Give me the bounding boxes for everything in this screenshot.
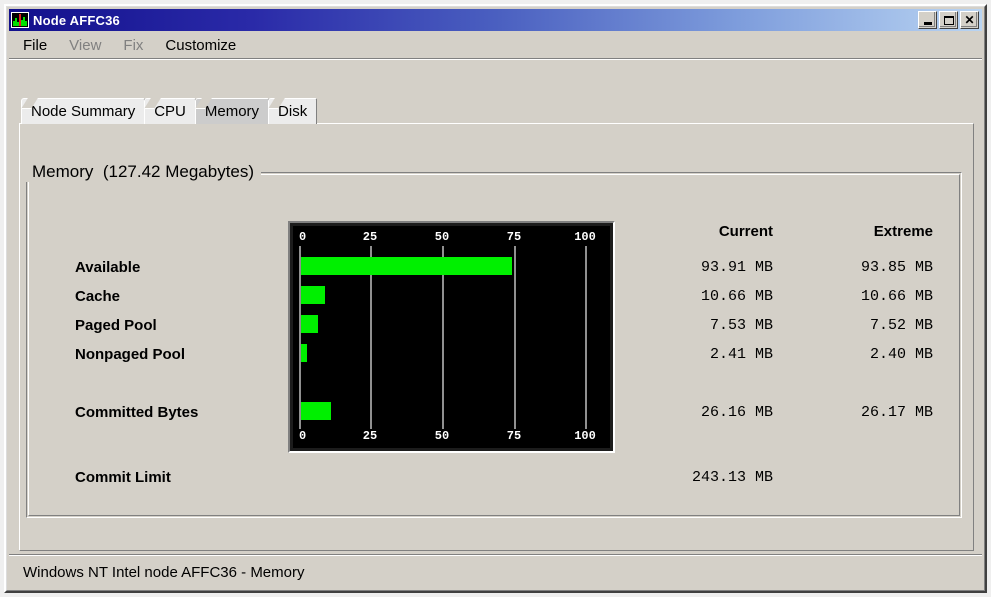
value-current-commit-limit: 243.13 MB [691, 469, 773, 486]
value-extreme-nonpaged-pool: 2.40 MB [869, 346, 933, 363]
column-header-current: Current [718, 223, 773, 240]
menu-item-customize[interactable]: Customize [165, 37, 236, 54]
status-bar-text: Windows NT Intel node AFFC36 - Memory [23, 563, 305, 581]
tick-top-50: 50 [434, 230, 450, 244]
value-extreme-available: 93.85 MB [860, 259, 933, 276]
tab-cpu[interactable]: CPU [144, 98, 196, 124]
tick-bottom-25: 25 [362, 429, 378, 443]
memory-bar-chart: 0 25 50 75 100 0 25 50 75 100 [288, 221, 615, 453]
tick-top-100: 100 [574, 230, 596, 244]
row-label-paged-pool: Paged Pool [75, 317, 157, 334]
bar-available [301, 257, 512, 275]
tick-bottom-100: 100 [574, 429, 596, 443]
value-current-committed-bytes: 26.16 MB [700, 404, 773, 421]
value-current-nonpaged-pool: 2.41 MB [709, 346, 773, 363]
window-title: Node AFFC36 [33, 12, 120, 28]
close-icon: ✕ [964, 13, 975, 27]
close-button[interactable]: ✕ [960, 11, 979, 29]
chart-axis-bottom: 0 25 50 75 100 [293, 429, 610, 445]
tab-cpu-label: CPU [154, 103, 186, 120]
menu-item-file[interactable]: File [23, 37, 47, 54]
tab-disk[interactable]: Disk [268, 98, 318, 124]
tick-top-0: 0 [299, 230, 307, 244]
chart-bevel: 0 25 50 75 100 0 25 50 75 100 [290, 223, 613, 451]
value-extreme-cache: 10.66 MB [860, 288, 933, 305]
column-header-extreme: Extreme [873, 223, 933, 240]
row-label-cache: Cache [75, 288, 121, 305]
row-label-available: Available [75, 259, 141, 276]
gridline-100 [585, 246, 587, 429]
barchart-icon [11, 12, 29, 28]
application-window: Node AFFC36 ✕ File View Fix Customize No… [4, 4, 987, 593]
title-bar[interactable]: Node AFFC36 ✕ [9, 9, 982, 31]
tab-disk-label: Disk [278, 103, 308, 120]
tick-top-25: 25 [362, 230, 378, 244]
memory-group-title: Memory (127.42 Megabytes) [25, 162, 262, 182]
minimize-icon [919, 12, 936, 28]
value-extreme-committed-bytes: 26.17 MB [860, 404, 933, 421]
window-inner-frame: Node AFFC36 ✕ File View Fix Customize No… [6, 6, 985, 591]
menu-bar: File View Fix Customize [9, 32, 982, 58]
minimize-button[interactable] [918, 11, 937, 29]
bar-committed-bytes [301, 402, 331, 420]
row-label-nonpaged-pool: Nonpaged Pool [75, 346, 185, 363]
tab-node-summary-label: Node Summary [31, 103, 136, 120]
tick-bottom-0: 0 [299, 429, 307, 443]
tab-strip: Node Summary CPU Memory Disk [21, 97, 318, 124]
bar-cache [301, 286, 325, 304]
menu-item-fix: Fix [123, 36, 144, 54]
maximize-button[interactable] [939, 11, 958, 29]
gridline-75 [514, 246, 516, 429]
tick-top-75: 75 [506, 230, 522, 244]
row-label-commit-limit: Commit Limit [75, 469, 171, 486]
value-current-available: 93.91 MB [700, 259, 773, 276]
tab-node-summary[interactable]: Node Summary [21, 98, 146, 124]
menu-separator [9, 58, 982, 60]
tab-memory-label: Memory [204, 103, 260, 120]
status-bar: Windows NT Intel node AFFC36 - Memory [9, 556, 982, 588]
chart-plot-area: 0 25 50 75 100 0 25 50 75 100 [293, 226, 610, 448]
value-current-cache: 10.66 MB [700, 288, 773, 305]
window-controls: ✕ [918, 11, 979, 29]
tab-memory[interactable]: Memory [194, 98, 270, 124]
bar-nonpaged-pool [301, 344, 307, 362]
bar-paged-pool [301, 315, 318, 333]
value-extreme-paged-pool: 7.52 MB [869, 317, 933, 334]
chart-axis-top: 0 25 50 75 100 [293, 230, 610, 246]
maximize-icon [940, 12, 957, 28]
value-current-paged-pool: 7.53 MB [709, 317, 773, 334]
menu-item-view: View [69, 36, 102, 54]
row-label-committed-bytes: Committed Bytes [75, 404, 199, 421]
tick-bottom-50: 50 [434, 429, 450, 443]
tick-bottom-75: 75 [506, 429, 522, 443]
